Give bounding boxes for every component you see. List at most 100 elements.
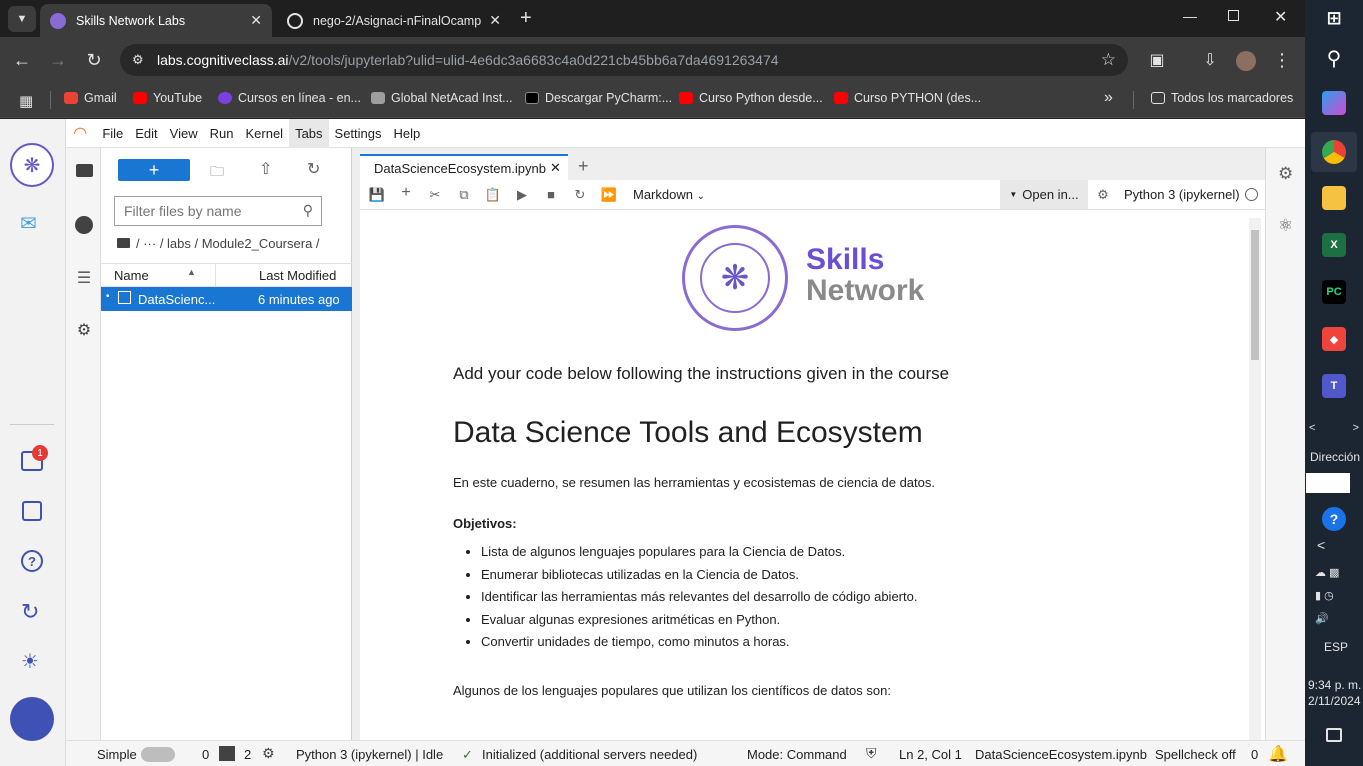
- extensions-icon[interactable]: ▣: [1145, 48, 1169, 72]
- lsp-status[interactable]: Initialized (additional servers needed): [482, 747, 697, 762]
- bell-icon[interactable]: 🔔: [1268, 744, 1288, 764]
- breadcrumb[interactable]: / ··· / labs / Module2_Coursera /: [117, 236, 320, 251]
- column-name[interactable]: Name: [114, 268, 149, 283]
- menu-help[interactable]: Help: [388, 119, 427, 148]
- bookmarks-overflow[interactable]: »: [1104, 89, 1113, 107]
- help-icon[interactable]: ?: [1322, 507, 1346, 531]
- chrome-icon[interactable]: [1322, 140, 1346, 164]
- insert-cell-icon[interactable]: +: [397, 184, 415, 202]
- debugger-icon[interactable]: ⚛: [1278, 216, 1293, 236]
- menu-view[interactable]: View: [164, 119, 204, 148]
- spellcheck-status[interactable]: Spellcheck off: [1155, 747, 1236, 762]
- clock-date[interactable]: 2/11/2024: [1308, 694, 1361, 708]
- all-bookmarks[interactable]: Todos los marcadores: [1151, 91, 1293, 105]
- user-avatar[interactable]: [10, 697, 54, 741]
- paste-icon[interactable]: 📋: [484, 187, 502, 203]
- cut-icon[interactable]: ✂: [426, 187, 444, 203]
- simple-mode-toggle[interactable]: [141, 747, 175, 762]
- scrollbar-thumb[interactable]: [1251, 230, 1259, 360]
- theme-icon[interactable]: ☀: [21, 649, 39, 674]
- copy-icon[interactable]: ⧉: [455, 187, 473, 203]
- download-icon[interactable]: ⇩: [1198, 48, 1222, 72]
- new-tab-button[interactable]: +: [520, 7, 532, 30]
- debug-icon[interactable]: ⚙: [1094, 187, 1112, 203]
- taskbar-scroll[interactable]: < >: [1305, 422, 1363, 438]
- new-folder-icon[interactable]: 🗀: [210, 161, 224, 185]
- bookmark-gmail[interactable]: Gmail: [64, 91, 117, 105]
- cell-type-select[interactable]: Markdown ⌄: [633, 187, 705, 202]
- bookmark-cursos[interactable]: Cursos en línea - en...: [218, 91, 361, 105]
- excel-icon[interactable]: X: [1322, 233, 1346, 257]
- skills-network-logo[interactable]: ❋: [10, 143, 54, 187]
- bookmark-curso-python[interactable]: Curso Python desde...: [679, 91, 823, 105]
- new-tab-plus[interactable]: +: [578, 156, 589, 177]
- chat-icon[interactable]: ✉: [20, 211, 37, 236]
- close-icon[interactable]: ✕: [550, 160, 561, 176]
- restart-icon[interactable]: ↻: [571, 187, 589, 203]
- profile-avatar[interactable]: [1236, 51, 1256, 71]
- anydesk-icon[interactable]: ◆: [1322, 327, 1346, 351]
- direccion-input[interactable]: [1306, 473, 1350, 493]
- more-menu-icon[interactable]: ⋮: [1270, 48, 1294, 72]
- menu-file[interactable]: File: [96, 119, 129, 148]
- column-last-modified[interactable]: Last Modified: [259, 268, 336, 283]
- language-indicator[interactable]: ESP: [1324, 640, 1348, 654]
- chevron-left-icon[interactable]: <: [1317, 537, 1325, 553]
- filter-files-input[interactable]: Filter files by name ⚲: [114, 196, 322, 226]
- tab-notebook[interactable]: DataScienceEcosystem.ipynb ✕: [360, 154, 568, 180]
- apps-grid-icon[interactable]: ▦: [19, 92, 33, 110]
- forward-icon[interactable]: →: [46, 48, 70, 72]
- menu-edit[interactable]: Edit: [129, 119, 163, 148]
- tab-search-button[interactable]: ▼: [8, 6, 36, 32]
- close-icon[interactable]: ✕: [489, 12, 501, 29]
- back-icon[interactable]: ←: [10, 48, 34, 72]
- search-icon[interactable]: ⚲: [1322, 46, 1346, 70]
- new-launcher-button[interactable]: +: [118, 159, 190, 181]
- kernel-name[interactable]: Python 3 (ipykernel): [1124, 187, 1240, 202]
- bookmark-curso-python-des[interactable]: Curso PYTHON (des...: [834, 91, 981, 105]
- bookmark-youtube[interactable]: YouTube: [133, 91, 202, 105]
- bookmark-netacad[interactable]: Global NetAcad Inst...: [371, 91, 513, 105]
- sync-icon[interactable]: ↻: [21, 599, 39, 625]
- teams-icon[interactable]: T: [1322, 374, 1346, 398]
- reload-icon[interactable]: ↻: [82, 48, 106, 72]
- cursor-position[interactable]: Ln 2, Col 1: [899, 747, 962, 762]
- tray-icons[interactable]: ☁ ▩ ▮ ◷ 🔊: [1315, 562, 1355, 626]
- bookmark-star-icon[interactable]: ☆: [1101, 50, 1116, 70]
- site-info-icon[interactable]: ⚙: [132, 52, 144, 68]
- notebook-content[interactable]: ❋ Skills Network Add your code below fol…: [360, 210, 1265, 740]
- run-all-icon[interactable]: ⏩: [600, 187, 618, 203]
- windows-start-icon[interactable]: ⊞: [1322, 6, 1346, 30]
- menu-kernel[interactable]: Kernel: [239, 119, 289, 148]
- kernel-status-text[interactable]: Python 3 (ipykernel) | Idle: [296, 747, 443, 762]
- help-icon[interactable]: ?: [21, 550, 43, 572]
- instructions-icon[interactable]: [22, 501, 42, 521]
- folder-icon[interactable]: [76, 164, 93, 177]
- upload-icon[interactable]: ⇧: [259, 159, 272, 179]
- minimize-button[interactable]: —: [1183, 8, 1197, 24]
- file-explorer-icon[interactable]: [1322, 186, 1346, 210]
- save-icon[interactable]: 💾: [368, 187, 386, 203]
- pycharm-icon[interactable]: PC: [1322, 280, 1346, 304]
- stop-icon[interactable]: ■: [542, 187, 560, 202]
- browser-tab-skills[interactable]: Skills Network Labs ✕: [40, 4, 272, 37]
- close-window-button[interactable]: ✕: [1274, 7, 1287, 27]
- restore-button[interactable]: [1228, 10, 1239, 21]
- menu-settings[interactable]: Settings: [329, 119, 388, 148]
- notifications-icon[interactable]: [1326, 728, 1342, 742]
- browser-tab-github[interactable]: nego-2/Asignaci-nFinalOcampo ✕: [277, 4, 511, 37]
- file-row[interactable]: • DataScienc... 6 minutes ago: [101, 287, 352, 311]
- property-inspector-icon[interactable]: ⚙: [1278, 164, 1293, 184]
- run-icon[interactable]: ▶: [513, 187, 531, 203]
- open-in-button[interactable]: ▼ Open in...: [1000, 180, 1088, 209]
- menu-run[interactable]: Run: [204, 119, 240, 148]
- address-bar[interactable]: ⚙ labs.cognitiveclass.ai/v2/tools/jupyte…: [120, 44, 1128, 76]
- bookmark-pycharm[interactable]: Descargar PyCharm:...: [525, 91, 672, 105]
- copilot-icon[interactable]: [1322, 91, 1346, 115]
- close-icon[interactable]: ✕: [250, 12, 262, 29]
- toc-icon[interactable]: ☰: [74, 268, 94, 288]
- extension-icon[interactable]: ⚙: [74, 320, 94, 340]
- refresh-icon[interactable]: ↻: [307, 159, 320, 179]
- menu-tabs[interactable]: Tabs: [289, 118, 329, 148]
- clock-time[interactable]: 9:34 p. m.: [1308, 678, 1361, 692]
